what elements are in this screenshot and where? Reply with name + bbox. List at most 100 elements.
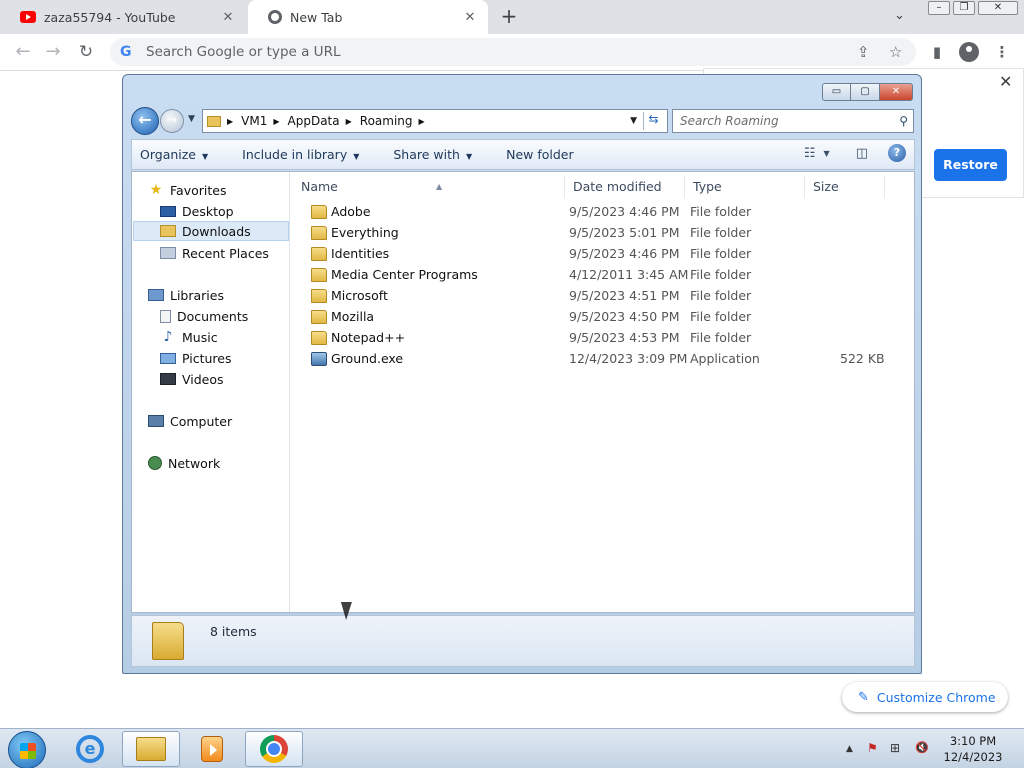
nav-computer[interactable]: Computer: [148, 411, 232, 431]
preview-pane-icon[interactable]: ◫: [856, 146, 868, 161]
breadcrumb-appdata[interactable]: AppData: [288, 114, 340, 128]
nav-desktop[interactable]: Desktop: [160, 201, 234, 221]
breadcrumb-separator[interactable]: ▶: [273, 117, 279, 126]
action-center-flag-icon[interactable]: ⚑: [867, 741, 878, 755]
explorer-window: ▭ ▢ ✕ ← → ▼ ▶ VM1 ▶ AppData ▶ Roaming ▶ …: [122, 74, 922, 674]
file-row[interactable]: Identities 9/5/2023 4:46 PM File folder: [291, 244, 914, 265]
volume-muted-icon[interactable]: 🔇: [915, 741, 929, 754]
chrome-tab-strip: zaza55794 - YouTube ✕ New Tab ✕ + ⌄ – ❐ …: [0, 0, 1024, 34]
profile-avatar[interactable]: [959, 42, 979, 62]
address-bar[interactable]: ▶ VM1 ▶ AppData ▶ Roaming ▶ ▼ ⇆: [202, 109, 668, 133]
include-in-library-button[interactable]: Include in library ▼: [242, 147, 359, 162]
help-icon[interactable]: ?: [888, 144, 906, 162]
taskbar-internet-explorer[interactable]: e: [61, 731, 119, 767]
close-tab-icon[interactable]: ✕: [220, 10, 236, 25]
command-bar: Organize ▼ Include in library ▼ Share with…: [131, 139, 915, 170]
close-tab-icon[interactable]: ✕: [462, 10, 478, 25]
nav-pictures[interactable]: Pictures: [160, 348, 232, 368]
change-view-icon[interactable]: ☷: [804, 146, 816, 161]
nav-documents[interactable]: Documents: [160, 306, 248, 326]
nav-recent-places[interactable]: Recent Places: [160, 243, 269, 263]
tab-search-chevron-icon[interactable]: ⌄: [894, 8, 905, 23]
bookmark-star-icon[interactable]: ☆: [889, 43, 902, 61]
explorer-forward-button[interactable]: →: [160, 109, 184, 133]
explorer-minimize-button[interactable]: ▭: [822, 83, 851, 101]
close-window-button[interactable]: ✕: [978, 1, 1018, 15]
folder-icon: [311, 226, 327, 240]
search-placeholder: Search Roaming: [680, 114, 779, 128]
youtube-icon: [20, 11, 36, 23]
column-header-date-modified[interactable]: Date modified: [565, 176, 685, 198]
column-header-type[interactable]: Type: [685, 176, 805, 198]
pictures-icon: [160, 352, 176, 364]
address-dropdown-icon[interactable]: ▼: [630, 116, 637, 126]
tab-new-tab[interactable]: New Tab ✕: [248, 0, 488, 34]
customize-chrome-button[interactable]: ✎ Customize Chrome: [842, 682, 1008, 712]
share-icon[interactable]: ⇪: [857, 43, 870, 61]
search-roaming-input[interactable]: Search Roaming ⚲: [672, 109, 914, 133]
explorer-maximize-button[interactable]: ▢: [851, 83, 880, 101]
breadcrumb-separator[interactable]: ▶: [227, 117, 233, 126]
taskbar-media-player[interactable]: [183, 731, 241, 767]
restore-button[interactable]: Restore: [934, 149, 1007, 181]
view-controls: ☷ ▼ ◫ ?: [788, 144, 906, 162]
nav-music[interactable]: ♪ Music: [160, 327, 218, 347]
search-icon[interactable]: ⚲: [899, 110, 908, 132]
details-pane: 8 items: [131, 615, 915, 667]
nav-label: Libraries: [170, 287, 224, 303]
minimize-window-button[interactable]: –: [928, 1, 950, 15]
reload-button[interactable]: ↻: [75, 41, 97, 63]
file-row[interactable]: Microsoft 9/5/2023 4:51 PM File folder: [291, 286, 914, 307]
taskbar-google-chrome[interactable]: [245, 731, 303, 767]
show-hidden-icons-arrow[interactable]: ▲: [846, 744, 853, 754]
nav-favorites[interactable]: ★ Favorites: [148, 180, 227, 200]
chrome-icon: [268, 10, 282, 24]
breadcrumb-separator[interactable]: ▶: [346, 117, 352, 126]
documents-icon: [160, 309, 171, 323]
tab-youtube[interactable]: zaza55794 - YouTube ✕: [0, 0, 246, 34]
nav-label: Downloads: [182, 223, 251, 239]
taskbar-windows-explorer[interactable]: [122, 731, 180, 767]
system-clock[interactable]: 3:10 PM 12/4/2023: [942, 733, 1004, 765]
maximize-window-button[interactable]: ❐: [953, 1, 975, 15]
nav-label: Network: [168, 455, 221, 471]
side-panel-icon[interactable]: ▮: [927, 42, 947, 62]
close-icon[interactable]: ✕: [999, 72, 1012, 91]
nav-network[interactable]: Network: [148, 453, 220, 473]
file-row[interactable]: Media Center Programs 4/12/2011 3:45 AM Fi…: [291, 265, 914, 286]
file-row[interactable]: Mozilla 9/5/2023 4:50 PM File folder: [291, 307, 914, 328]
file-row[interactable]: Adobe 9/5/2023 4:46 PM File folder: [291, 202, 914, 223]
breadcrumb-separator[interactable]: ▶: [419, 117, 425, 126]
nav-videos[interactable]: Videos: [160, 369, 224, 389]
file-row[interactable]: Everything 9/5/2023 5:01 PM File folder: [291, 223, 914, 244]
file-row[interactable]: Ground.exe 12/4/2023 3:09 PM Application 52…: [291, 349, 914, 370]
explorer-close-button[interactable]: ✕: [880, 83, 913, 101]
back-button[interactable]: ←: [12, 41, 34, 63]
file-date-modified: 9/5/2023 4:50 PM: [569, 309, 680, 324]
folder-icon: [311, 289, 327, 303]
breadcrumb-vm1[interactable]: VM1: [241, 114, 267, 128]
new-tab-button[interactable]: +: [498, 6, 520, 28]
refresh-icon[interactable]: ⇆: [643, 112, 663, 130]
omnibox[interactable]: G Search Google or type a URL: [110, 38, 916, 66]
explorer-back-button[interactable]: ←: [131, 107, 159, 135]
column-header-size[interactable]: Size: [805, 176, 885, 198]
file-type: File folder: [690, 267, 752, 282]
view-options-dropdown-icon[interactable]: ▼: [824, 149, 830, 158]
network-icon: [148, 456, 162, 470]
recent-pages-dropdown[interactable]: ▼: [188, 114, 195, 124]
start-button[interactable]: [8, 731, 46, 768]
chrome-menu-icon[interactable]: ⋮: [992, 42, 1012, 62]
file-date-modified: 9/5/2023 4:46 PM: [569, 246, 680, 261]
breadcrumb-roaming[interactable]: Roaming: [360, 114, 413, 128]
file-date-modified: 9/5/2023 5:01 PM: [569, 225, 680, 240]
nav-libraries[interactable]: Libraries: [148, 285, 224, 305]
nav-downloads[interactable]: Downloads: [133, 221, 289, 241]
file-row[interactable]: Notepad++ 9/5/2023 4:53 PM File folder: [291, 328, 914, 349]
organize-button[interactable]: Organize ▼: [140, 147, 208, 162]
column-header-name[interactable]: Name ▲: [293, 176, 565, 198]
network-tray-icon[interactable]: ⊞: [890, 741, 900, 755]
share-with-button[interactable]: Share with ▼: [393, 147, 472, 162]
forward-button[interactable]: →: [42, 41, 64, 63]
new-folder-button[interactable]: New folder: [506, 147, 574, 162]
